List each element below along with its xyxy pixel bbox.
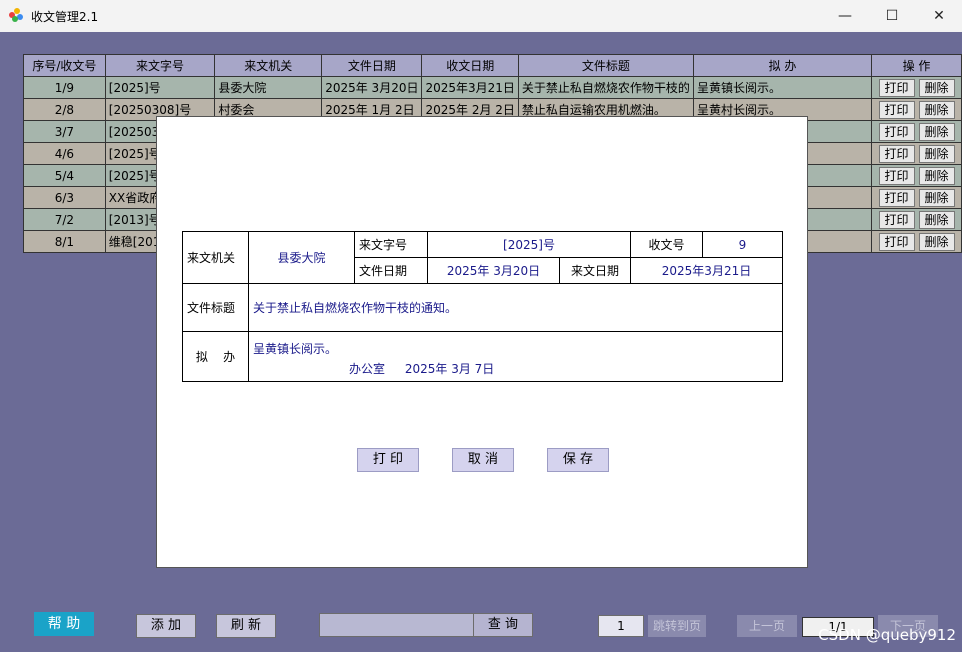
cell-seq: 8/1 bbox=[23, 230, 106, 253]
cell-seq: 6/3 bbox=[23, 186, 106, 209]
cell-actions: 打印 删除 bbox=[871, 186, 962, 209]
print-row-button[interactable]: 打印 bbox=[878, 232, 915, 251]
close-button[interactable]: ✕ bbox=[916, 0, 962, 32]
col-header-title[interactable]: 文件标题 bbox=[517, 54, 694, 77]
cell-seq: 4/6 bbox=[23, 142, 106, 165]
cell-actions: 打印 删除 bbox=[871, 164, 962, 187]
app-icon bbox=[9, 8, 23, 22]
docno-label: 来文字号 bbox=[354, 231, 428, 258]
col-header-proposal[interactable]: 拟 办 bbox=[692, 54, 873, 77]
page-input[interactable]: 1 bbox=[598, 615, 644, 637]
dialog-print-button[interactable]: 打 印 bbox=[357, 448, 419, 472]
delete-row-button[interactable]: 删除 bbox=[918, 188, 955, 207]
cell-seq: 2/8 bbox=[23, 98, 106, 121]
proposal-label: 拟 办 bbox=[182, 331, 249, 382]
cell-actions: 打印 删除 bbox=[871, 76, 962, 99]
col-header-filedate[interactable]: 文件日期 bbox=[321, 54, 423, 77]
print-row-button[interactable]: 打印 bbox=[878, 122, 915, 141]
delete-row-button[interactable]: 删除 bbox=[918, 232, 955, 251]
title-label: 文件标题 bbox=[182, 283, 249, 332]
cell-actions: 打印 删除 bbox=[871, 230, 962, 253]
window-title: 收文管理2.1 bbox=[31, 10, 99, 24]
col-header-actions: 操 作 bbox=[871, 54, 962, 77]
search-input[interactable] bbox=[319, 613, 474, 637]
goto-page-button[interactable]: 跳转到页 bbox=[648, 615, 706, 637]
delete-row-button[interactable]: 删除 bbox=[918, 144, 955, 163]
minimize-button[interactable]: — bbox=[822, 0, 868, 32]
col-header-docno[interactable]: 来文字号 bbox=[104, 54, 216, 77]
add-button[interactable]: 添 加 bbox=[136, 614, 196, 638]
cell-filedate: 2025年 3月20日 bbox=[321, 76, 423, 99]
maximize-button[interactable]: ☐ bbox=[869, 0, 915, 32]
delete-row-button[interactable]: 删除 bbox=[918, 210, 955, 229]
dialog-cancel-button[interactable]: 取 消 bbox=[452, 448, 514, 472]
office-name: 办公室 bbox=[349, 362, 386, 376]
office-date: 2025年 3月 7日 bbox=[404, 362, 495, 376]
cell-actions: 打印 删除 bbox=[871, 120, 962, 143]
proposal-value: 呈黄镇长阅示。 bbox=[253, 342, 338, 356]
cell-title: 关于禁止私自燃烧农作物干枝的 bbox=[517, 76, 694, 99]
col-header-seq[interactable]: 序号/收文号 bbox=[23, 54, 106, 77]
cell-actions: 打印 删除 bbox=[871, 98, 962, 121]
cell-proposal: 呈黄镇长阅示。 bbox=[692, 76, 873, 99]
dialog-save-button[interactable]: 保 存 bbox=[547, 448, 609, 472]
cell-seq: 5/4 bbox=[23, 164, 106, 187]
cell-seq: 1/9 bbox=[23, 76, 106, 99]
print-row-button[interactable]: 打印 bbox=[878, 166, 915, 185]
cell-actions: 打印 删除 bbox=[871, 208, 962, 231]
print-row-button[interactable]: 打印 bbox=[878, 100, 915, 119]
proposal-signoff: 办公室 2025年 3月 7日 bbox=[253, 360, 778, 377]
delete-row-button[interactable]: 删除 bbox=[918, 166, 955, 185]
docno-value[interactable]: [2025]号 bbox=[427, 231, 631, 258]
print-row-button[interactable]: 打印 bbox=[878, 144, 915, 163]
print-row-button[interactable]: 打印 bbox=[878, 78, 915, 97]
cell-actions: 打印 删除 bbox=[871, 142, 962, 165]
recvdate-label: 来文日期 bbox=[559, 257, 631, 284]
watermark-text: CSDN @queby912 bbox=[818, 626, 956, 644]
recvdate-value[interactable]: 2025年3月21日 bbox=[630, 257, 783, 284]
prev-page-button[interactable]: 上一页 bbox=[737, 615, 797, 637]
delete-row-button[interactable]: 删除 bbox=[918, 100, 955, 119]
proposal-field[interactable]: 呈黄镇长阅示。 办公室 2025年 3月 7日 bbox=[248, 331, 783, 382]
cell-seq: 7/2 bbox=[23, 208, 106, 231]
col-header-recvdate[interactable]: 收文日期 bbox=[421, 54, 519, 77]
document-dialog: 来文机关 县委大院 来文字号 [2025]号 收文号 9 文件日期 2025年 … bbox=[156, 116, 808, 568]
cell-seq: 3/7 bbox=[23, 120, 106, 143]
cell-docno: [2025]号 bbox=[104, 76, 216, 99]
table-row[interactable]: 1/9 [2025]号 县委大院 2025年 3月20日 2025年3月21日 … bbox=[23, 76, 962, 99]
recvno-value[interactable]: 9 bbox=[702, 231, 783, 258]
print-row-button[interactable]: 打印 bbox=[878, 188, 915, 207]
col-header-agency[interactable]: 来文机关 bbox=[214, 54, 323, 77]
table-header: 序号/收文号 来文字号 来文机关 文件日期 收文日期 文件标题 拟 办 操 作 bbox=[23, 54, 962, 77]
filedate-label: 文件日期 bbox=[354, 257, 428, 284]
agency-label: 来文机关 bbox=[182, 231, 249, 284]
title-bar: 收文管理2.1 — ☐ ✕ bbox=[0, 0, 962, 33]
document-form: 来文机关 县委大院 来文字号 [2025]号 收文号 9 文件日期 2025年 … bbox=[182, 231, 783, 382]
delete-row-button[interactable]: 删除 bbox=[918, 78, 955, 97]
cell-agency: 县委大院 bbox=[214, 76, 323, 99]
delete-row-button[interactable]: 删除 bbox=[918, 122, 955, 141]
recvno-label: 收文号 bbox=[630, 231, 703, 258]
refresh-button[interactable]: 刷 新 bbox=[216, 614, 276, 638]
cell-recvdate: 2025年3月21日 bbox=[421, 76, 519, 99]
filedate-value[interactable]: 2025年 3月20日 bbox=[427, 257, 560, 284]
agency-value[interactable]: 县委大院 bbox=[248, 231, 355, 284]
query-button[interactable]: 查 询 bbox=[473, 613, 533, 637]
title-value[interactable]: 关于禁止私自燃烧农作物干枝的通知。 bbox=[248, 283, 783, 332]
help-button[interactable]: 帮 助 bbox=[34, 612, 94, 636]
print-row-button[interactable]: 打印 bbox=[878, 210, 915, 229]
